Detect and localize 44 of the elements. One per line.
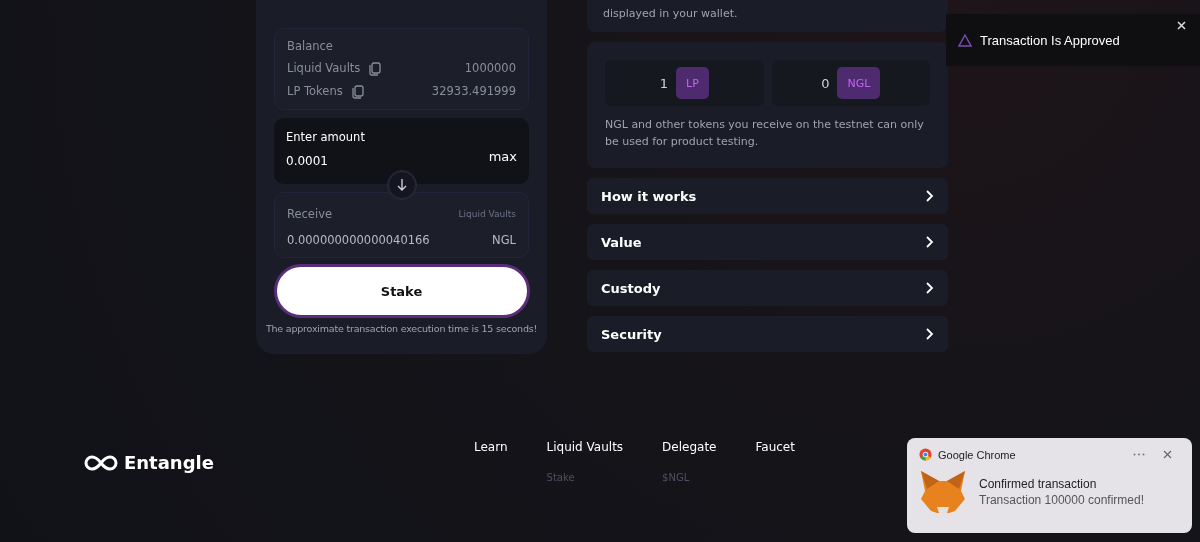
balance-value: 32933.491999 xyxy=(431,84,516,98)
accordion-item[interactable]: Value xyxy=(587,224,948,260)
notification-app: Google Chrome xyxy=(938,448,1016,461)
amount-value: 0.0001 xyxy=(286,154,328,168)
max-button[interactable]: max xyxy=(488,148,517,164)
info-text: displayed in your wallet. xyxy=(603,7,738,20)
stake-button[interactable]: Stake xyxy=(273,264,530,318)
chevron-icon xyxy=(924,190,934,202)
brand-name: Entangle xyxy=(124,452,214,473)
footer-link[interactable]: Learn xyxy=(474,440,508,454)
notification-body: Transaction 100000 confirmed! xyxy=(979,493,1144,507)
execution-time-note: The approximate transaction execution time is 15 seconds! xyxy=(265,323,538,334)
receive-label: Receive xyxy=(287,207,333,221)
chevron-icon xyxy=(924,282,934,294)
token-amount: 0 xyxy=(821,74,830,92)
toast-message: Transaction Is Approved xyxy=(980,32,1120,48)
chevron-icon xyxy=(924,236,934,248)
receive-value: 0.000000000000040166 xyxy=(287,233,430,247)
chevron-icon xyxy=(924,328,934,340)
balance-label: LP Tokens xyxy=(287,84,343,98)
amount-label: Enter amount xyxy=(286,130,365,144)
accordion-item[interactable]: How it works xyxy=(587,178,948,214)
footer-link[interactable]: Liquid Vaults xyxy=(546,440,624,454)
balance-title: Balance xyxy=(287,39,333,53)
token-amount: 1 xyxy=(659,74,668,92)
footer-link[interactable]: Delegate xyxy=(662,440,717,454)
accordion-item[interactable]: Custody xyxy=(587,270,948,306)
testnet-note: NGL and other tokens you receive on the testnet can only be used for product testing. xyxy=(605,118,924,148)
amount-field[interactable]: Enter amount 0.0001 max xyxy=(274,118,529,184)
token-symbol: LP xyxy=(676,67,709,99)
footer-link[interactable]: Faucet xyxy=(755,440,795,454)
receive-source: Liquid Vaults xyxy=(458,209,516,219)
triangle-icon xyxy=(958,33,972,47)
token-symbol: NGL xyxy=(837,67,881,99)
fox-icon xyxy=(919,469,967,515)
balance-value: 1000000 xyxy=(464,61,516,75)
notification-title: Confirmed transaction xyxy=(979,477,1098,491)
infinity-logo-icon xyxy=(84,454,118,471)
accordion-item[interactable]: Security xyxy=(587,316,948,352)
balance-label: Liquid Vaults xyxy=(287,61,361,75)
receive-unit: NGL xyxy=(492,233,516,247)
more-icon[interactable] xyxy=(1133,453,1145,456)
copy-icon[interactable] xyxy=(350,83,367,99)
browser-icon xyxy=(919,448,932,461)
